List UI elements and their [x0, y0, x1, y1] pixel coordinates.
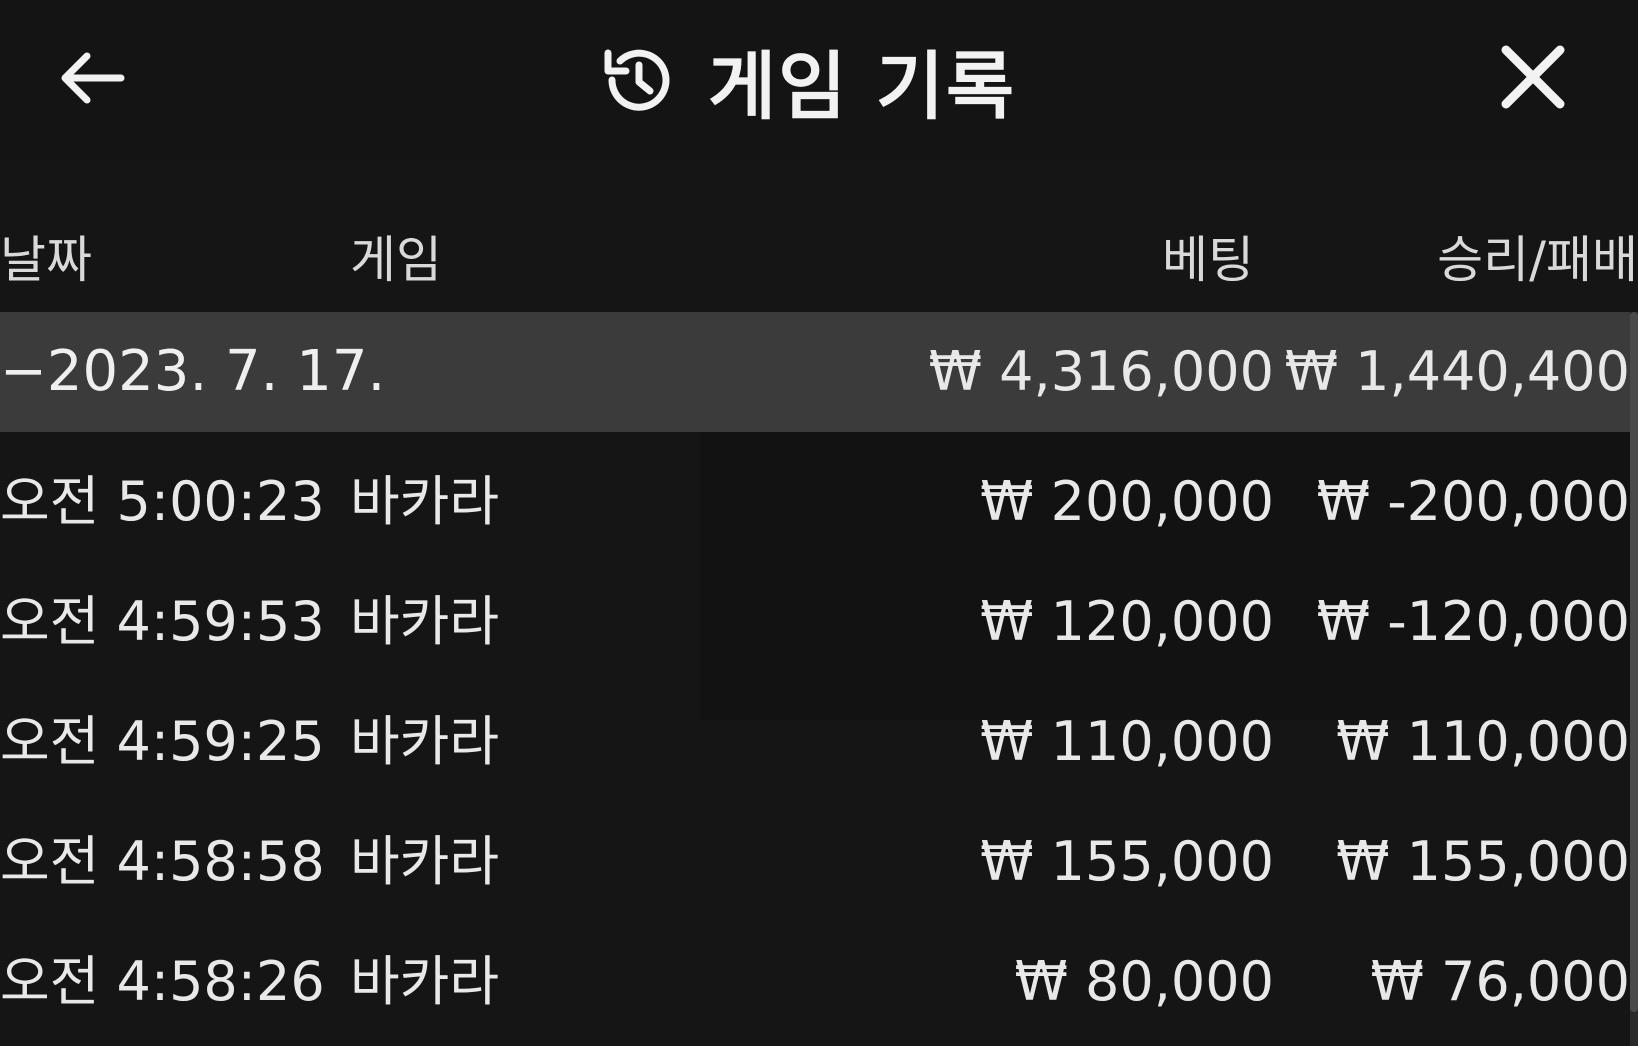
row-time: 오전 4:58:26 — [0, 950, 325, 1013]
table-row[interactable]: 오전 5:00:23 바카라 ₩ 200,000 ₩ -200,000 — [0, 442, 1630, 562]
row-game: 바카라 — [350, 590, 500, 653]
table-header: 날짜 게임 베팅 승리/패배 — [0, 200, 1638, 300]
date-summary-row[interactable]: −2023. 7. 17. ₩ 4,316,000 ₩ 1,440,400 — [0, 312, 1630, 432]
row-bet: ₩ 155,000 — [980, 830, 1274, 893]
row-bet: ₩ 110,000 — [980, 710, 1274, 773]
row-result: ₩ 110,000 — [1336, 710, 1630, 773]
row-bet: ₩ 200,000 — [980, 470, 1274, 533]
row-time: 오전 4:59:25 — [0, 710, 325, 773]
back-button[interactable] — [52, 44, 132, 116]
column-date: 날짜 — [0, 231, 92, 289]
column-game: 게임 — [350, 231, 442, 289]
table-row[interactable]: 오전 4:59:53 바카라 ₩ 120,000 ₩ -120,000 — [0, 562, 1630, 682]
header: 게임 기록 — [0, 0, 1638, 160]
scrollbar[interactable] — [1630, 312, 1638, 1046]
close-icon — [1498, 42, 1568, 116]
table-row[interactable]: 오전 4:58:58 바카라 ₩ 155,000 ₩ 155,000 — [0, 802, 1630, 922]
page-title-group: 게임 기록 — [596, 30, 1016, 130]
table-row[interactable]: 오전 4:58:26 바카라 ₩ 80,000 ₩ 76,000 — [0, 922, 1630, 1042]
table-row[interactable]: 오전 4:59:25 바카라 ₩ 110,000 ₩ 110,000 — [0, 682, 1630, 802]
row-game: 바카라 — [350, 470, 500, 533]
close-button[interactable] — [1490, 36, 1576, 122]
row-result: ₩ -200,000 — [1316, 470, 1630, 533]
row-game: 바카라 — [350, 830, 500, 893]
summary-bet: ₩ 4,316,000 — [928, 340, 1274, 403]
row-result: ₩ 155,000 — [1336, 830, 1630, 893]
summary-result: ₩ 1,440,400 — [1284, 340, 1630, 403]
scrollbar-thumb[interactable] — [1630, 312, 1638, 1012]
column-result: 승리/패배 — [1437, 231, 1638, 289]
row-time: 오전 5:00:23 — [0, 470, 325, 533]
row-game: 바카라 — [350, 950, 500, 1013]
summary-date: −2023. 7. 17. — [0, 339, 386, 404]
page-title: 게임 기록 — [708, 43, 1017, 130]
row-game: 바카라 — [350, 710, 500, 773]
row-time: 오전 4:58:58 — [0, 830, 325, 893]
column-bet: 베팅 — [1162, 231, 1254, 289]
arrow-left-icon — [57, 48, 127, 112]
row-result: ₩ -120,000 — [1316, 590, 1630, 653]
row-result: ₩ 76,000 — [1370, 950, 1630, 1013]
row-time: 오전 4:59:53 — [0, 590, 325, 653]
row-bet: ₩ 80,000 — [1014, 950, 1274, 1013]
history-table: −2023. 7. 17. ₩ 4,316,000 ₩ 1,440,400 오전… — [0, 312, 1638, 1046]
game-history-screen: 게임 기록 날짜 게임 베팅 승리/패배 −2023. 7. 17. ₩ 4,3… — [0, 0, 1638, 1046]
row-bet: ₩ 120,000 — [980, 590, 1274, 653]
history-clock-icon — [596, 39, 678, 121]
